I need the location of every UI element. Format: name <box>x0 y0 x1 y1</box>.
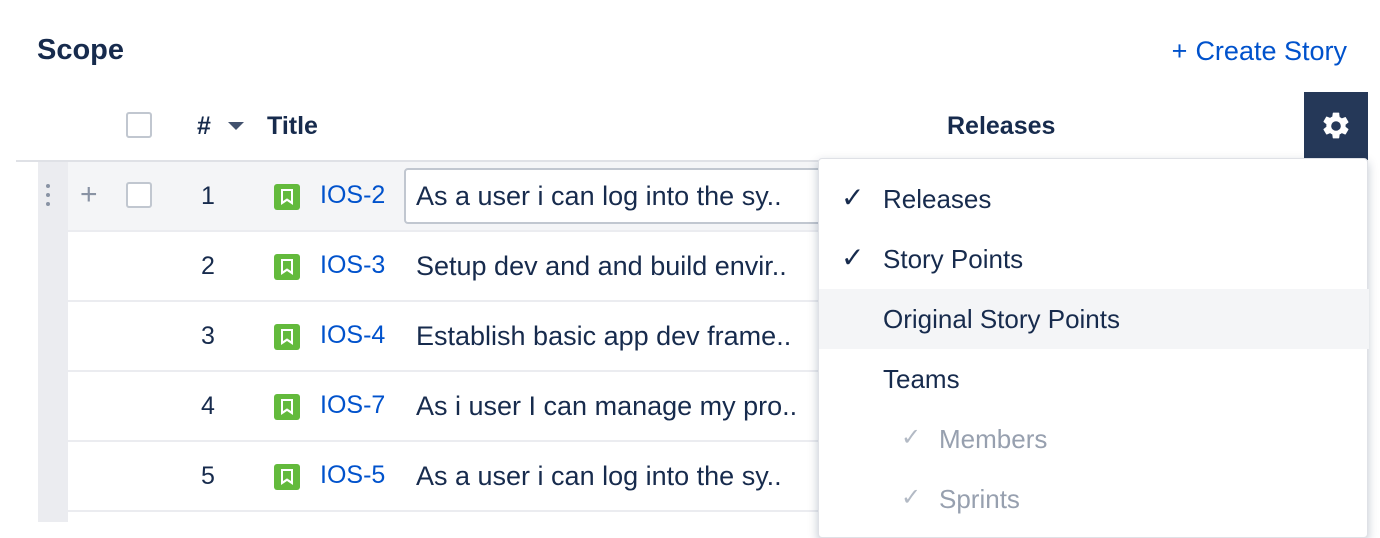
menu-item-label: Original Story Points <box>883 304 1120 334</box>
story-icon <box>274 184 300 210</box>
plus-icon: + <box>1171 36 1188 66</box>
row-number: 5 <box>201 462 215 490</box>
row-number: 3 <box>201 322 215 350</box>
menu-item-label: Releases <box>883 184 992 214</box>
add-child-button[interactable]: + <box>80 178 98 212</box>
column-header-number[interactable]: # <box>197 112 211 141</box>
story-icon <box>274 324 300 350</box>
create-story-link[interactable]: + Create Story <box>1172 36 1347 67</box>
issue-title[interactable]: As a user i can log into the sy.. <box>416 181 816 212</box>
page-title: Scope <box>37 34 125 66</box>
row-number: 4 <box>201 392 215 420</box>
check-icon: ✓ <box>901 423 922 451</box>
story-icon <box>274 254 300 280</box>
drag-handle-icon[interactable] <box>46 184 52 210</box>
check-icon: ✓ <box>841 181 865 214</box>
issue-key-link[interactable]: IOS-7 <box>320 391 385 420</box>
menu-item-releases[interactable]: ✓ Releases <box>819 169 1369 229</box>
menu-item-label: Members <box>939 424 1048 454</box>
column-settings-menu: ✓ Releases ✓ Story Points Original Story… <box>818 158 1369 538</box>
check-icon: ✓ <box>841 241 865 274</box>
menu-item-teams[interactable]: Teams <box>819 349 1369 409</box>
menu-item-original-story-points[interactable]: Original Story Points <box>819 289 1369 349</box>
menu-item-members[interactable]: ✓ Members <box>819 409 1369 469</box>
issue-title[interactable]: Establish basic app dev frame.. <box>416 321 816 352</box>
issue-title[interactable]: Setup dev and and build envir.. <box>416 251 816 282</box>
drag-rail <box>38 162 68 522</box>
row-number: 2 <box>201 252 215 280</box>
row-checkbox[interactable] <box>126 182 152 208</box>
row-number: 1 <box>201 182 215 210</box>
column-header-title: Title <box>267 112 318 140</box>
issue-key-link[interactable]: IOS-2 <box>320 181 385 210</box>
create-story-label: Create Story <box>1195 36 1347 66</box>
caret-down-icon[interactable] <box>228 122 244 130</box>
menu-item-label: Sprints <box>939 484 1020 514</box>
menu-item-label: Teams <box>883 364 960 394</box>
menu-item-story-points[interactable]: ✓ Story Points <box>819 229 1369 289</box>
story-icon <box>274 464 300 490</box>
issue-title[interactable]: As a user i can log into the sy.. <box>416 461 816 492</box>
issue-key-link[interactable]: IOS-3 <box>320 251 385 280</box>
column-settings-button[interactable] <box>1304 92 1368 160</box>
issue-key-link[interactable]: IOS-5 <box>320 461 385 490</box>
story-icon <box>274 394 300 420</box>
gear-icon <box>1323 112 1349 139</box>
table-header: # Title Releases <box>0 94 1368 160</box>
select-all-checkbox[interactable] <box>126 112 152 138</box>
column-header-releases: Releases <box>947 112 1056 140</box>
check-icon: ✓ <box>901 483 922 511</box>
issue-key-link[interactable]: IOS-4 <box>320 321 385 350</box>
menu-item-label: Story Points <box>883 244 1024 274</box>
menu-item-sprints[interactable]: ✓ Sprints <box>819 469 1369 529</box>
issue-title[interactable]: As i user I can manage my pro.. <box>416 391 816 422</box>
